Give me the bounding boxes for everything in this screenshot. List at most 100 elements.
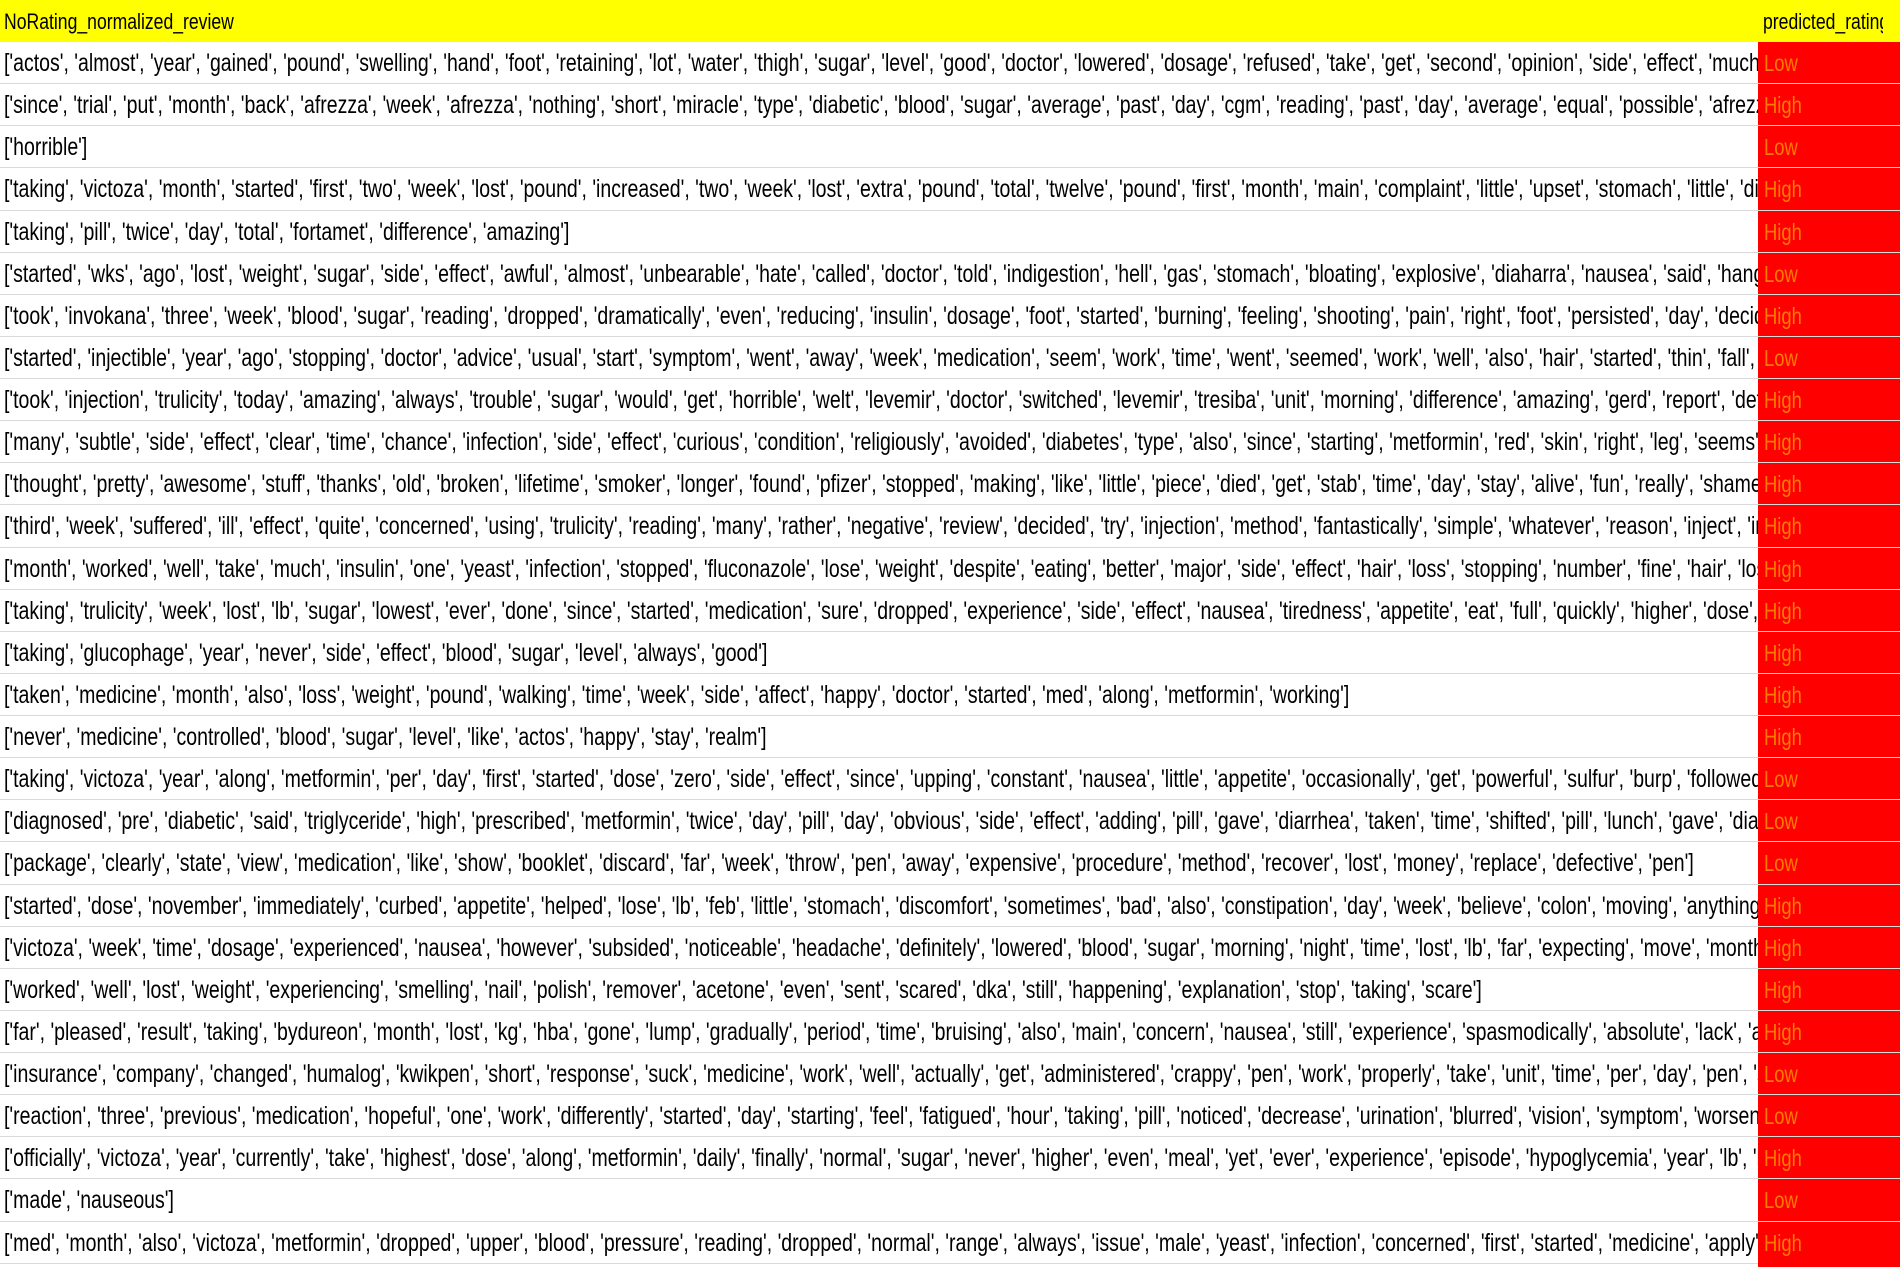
rating-text: Low [1764,344,1798,371]
review-text: ['taking', 'trulicity', 'week', 'lost', … [4,596,1758,625]
rating-cell[interactable]: Low [1758,42,1900,84]
review-text: ['victoza', 'week', 'time', 'dosage', 'e… [4,933,1758,962]
rating-cell[interactable]: High [1758,589,1900,631]
review-text: ['never', 'medicine', 'controlled', 'blo… [4,723,767,751]
review-cell[interactable]: ['started', 'dose', 'november', 'immedia… [0,885,1758,926]
rating-cell[interactable]: High [1758,884,1900,926]
rating-text: High [1764,471,1802,498]
rating-cell[interactable]: Low [1758,842,1900,884]
review-cell[interactable]: ['took', 'injection', 'trulicity', 'toda… [0,379,1758,420]
table-row: ['actos', 'almost', 'year', 'gained', 'p… [0,42,1900,85]
review-cell[interactable]: ['far', 'pleased', 'result', 'taking', '… [0,1011,1758,1052]
review-cell[interactable]: ['worked', 'well', 'lost', 'weight', 'ex… [0,969,1758,1010]
rating-cell[interactable]: Low [1758,336,1900,378]
rating-cell[interactable]: High [1758,505,1900,547]
table-row: ['started', 'dose', 'november', 'immedia… [0,884,1900,927]
header-cell-predicted-ratings[interactable]: predicted_ratings [1763,0,1883,42]
rating-cell[interactable]: High [1758,673,1900,715]
review-text: ['many', 'subtle', 'side', 'effect', 'cl… [4,428,1758,457]
review-text: ['insurance', 'company', 'changed', 'hum… [4,1060,1758,1088]
rating-cell[interactable]: Low [1758,1053,1900,1095]
review-cell[interactable]: ['third', 'week', 'suffered', 'ill', 'ef… [0,505,1758,546]
review-cell[interactable]: ['took', 'invokana', 'three', 'week', 'b… [0,295,1758,336]
review-text: ['started', 'wks', 'ago', 'lost', 'weigh… [4,259,1758,288]
table-row: ['since', 'trial', 'put', 'month', 'back… [0,84,1900,127]
review-cell[interactable]: ['taking', 'glucophage', 'year', 'never'… [0,632,1758,673]
rating-cell[interactable]: Low [1758,126,1900,168]
rating-text: Low [1764,50,1798,76]
review-text: ['third', 'week', 'suffered', 'ill', 'ef… [4,512,1758,541]
rating-cell[interactable]: High [1758,926,1900,968]
review-cell[interactable]: ['officially', 'victoza', 'year', 'curre… [0,1137,1758,1178]
table-row: ['never', 'medicine', 'controlled', 'blo… [0,716,1900,759]
review-text: ['thought', 'pretty', 'awesome', 'stuff'… [4,470,1758,499]
review-cell[interactable]: ['horrible'] [0,126,1758,167]
rating-cell[interactable]: High [1758,631,1900,673]
rating-cell[interactable]: High [1758,1137,1900,1179]
rating-cell[interactable]: High [1758,968,1900,1010]
review-cell[interactable]: ['many', 'subtle', 'side', 'effect', 'cl… [0,421,1758,462]
rating-cell[interactable]: Low [1758,800,1900,842]
review-cell[interactable]: ['thought', 'pretty', 'awesome', 'stuff'… [0,463,1758,504]
review-cell[interactable]: ['month', 'worked', 'well', 'take', 'muc… [0,548,1758,589]
review-cell[interactable]: ['taken', 'medicine', 'month', 'also', '… [0,674,1758,715]
rating-text: High [1764,724,1802,750]
review-text: ['reaction', 'three', 'previous', 'medic… [4,1102,1758,1131]
review-cell[interactable]: ['victoza', 'week', 'time', 'dosage', 'e… [0,927,1758,968]
review-cell[interactable]: ['since', 'trial', 'put', 'month', 'back… [0,84,1758,125]
rating-cell[interactable]: High [1758,84,1900,126]
rating-cell[interactable]: High [1758,379,1900,421]
review-text: ['took', 'invokana', 'three', 'week', 'b… [4,301,1758,330]
review-text: ['started', 'injectible', 'year', 'ago',… [4,343,1758,372]
review-cell[interactable]: ['started', 'injectible', 'year', 'ago',… [0,337,1758,378]
table-row: ['diagnosed', 'pre', 'diabetic', 'said',… [0,800,1900,843]
table-row: ['many', 'subtle', 'side', 'effect', 'cl… [0,421,1900,464]
review-cell[interactable]: ['made', 'nauseous'] [0,1179,1758,1220]
rating-cell[interactable]: Low [1758,758,1900,800]
review-cell[interactable]: ['taking', 'victoza', 'month', 'started'… [0,168,1758,209]
review-cell[interactable]: ['started', 'wks', 'ago', 'lost', 'weigh… [0,253,1758,294]
rating-cell[interactable]: High [1758,547,1900,589]
rating-cell[interactable]: High [1758,1010,1900,1052]
rating-cell[interactable]: High [1758,168,1900,210]
review-cell[interactable]: ['diagnosed', 'pre', 'diabetic', 'said',… [0,800,1758,841]
review-cell[interactable]: ['insurance', 'company', 'changed', 'hum… [0,1053,1758,1094]
review-cell[interactable]: ['taking', 'trulicity', 'week', 'lost', … [0,590,1758,631]
table-row: ['started', 'injectible', 'year', 'ago',… [0,336,1900,379]
review-cell[interactable]: ['med', 'month', 'also', 'victoza', 'met… [0,1222,1758,1263]
review-cell[interactable]: ['reaction', 'three', 'previous', 'medic… [0,1095,1758,1136]
table-row: ['horrible'] Low [0,126,1900,169]
review-cell[interactable]: ['taking', 'victoza', 'year', 'along', '… [0,758,1758,799]
rating-cell[interactable]: Low [1758,1179,1900,1221]
rating-text: High [1764,892,1802,919]
table-row: ['taking', 'victoza', 'year', 'along', '… [0,758,1900,801]
rating-cell[interactable]: High [1758,421,1900,463]
rating-text: Low [1764,808,1798,835]
rating-text: Low [1764,260,1798,287]
table-row: ['reaction', 'three', 'previous', 'medic… [0,1095,1900,1138]
review-text: ['taking', 'victoza', 'year', 'along', '… [4,765,1758,794]
rating-cell[interactable]: High [1758,716,1900,758]
review-text: ['since', 'trial', 'put', 'month', 'back… [4,91,1758,120]
spreadsheet: NoRating_normalized_review predicted_rat… [0,0,1900,1267]
review-cell[interactable]: ['package', 'clearly', 'state', 'view', … [0,842,1758,883]
table-row: ['taking', 'victoza', 'month', 'started'… [0,168,1900,211]
rating-text: Low [1764,766,1798,793]
rating-cell[interactable]: High [1758,294,1900,336]
rating-cell[interactable]: Low [1758,252,1900,294]
rating-text: High [1764,976,1802,1003]
review-text: ['taking', 'victoza', 'month', 'started'… [4,175,1758,204]
review-text: ['worked', 'well', 'lost', 'weight', 'ex… [4,975,1482,1004]
rating-text: Low [1764,1061,1798,1087]
review-cell[interactable]: ['taking', 'pill', 'twice', 'day', 'tota… [0,211,1758,252]
table-row: ['took', 'injection', 'trulicity', 'toda… [0,379,1900,422]
table-row: ['thought', 'pretty', 'awesome', 'stuff'… [0,463,1900,506]
review-cell[interactable]: ['never', 'medicine', 'controlled', 'blo… [0,716,1758,757]
rating-cell[interactable]: High [1758,463,1900,505]
rating-cell[interactable]: High [1758,210,1900,252]
review-text: ['started', 'dose', 'november', 'immedia… [4,891,1758,920]
rating-text: Low [1764,850,1798,877]
rating-cell[interactable]: Low [1758,1095,1900,1137]
review-cell[interactable]: ['actos', 'almost', 'year', 'gained', 'p… [0,42,1758,83]
header-cell-review[interactable]: NoRating_normalized_review [4,0,1404,42]
